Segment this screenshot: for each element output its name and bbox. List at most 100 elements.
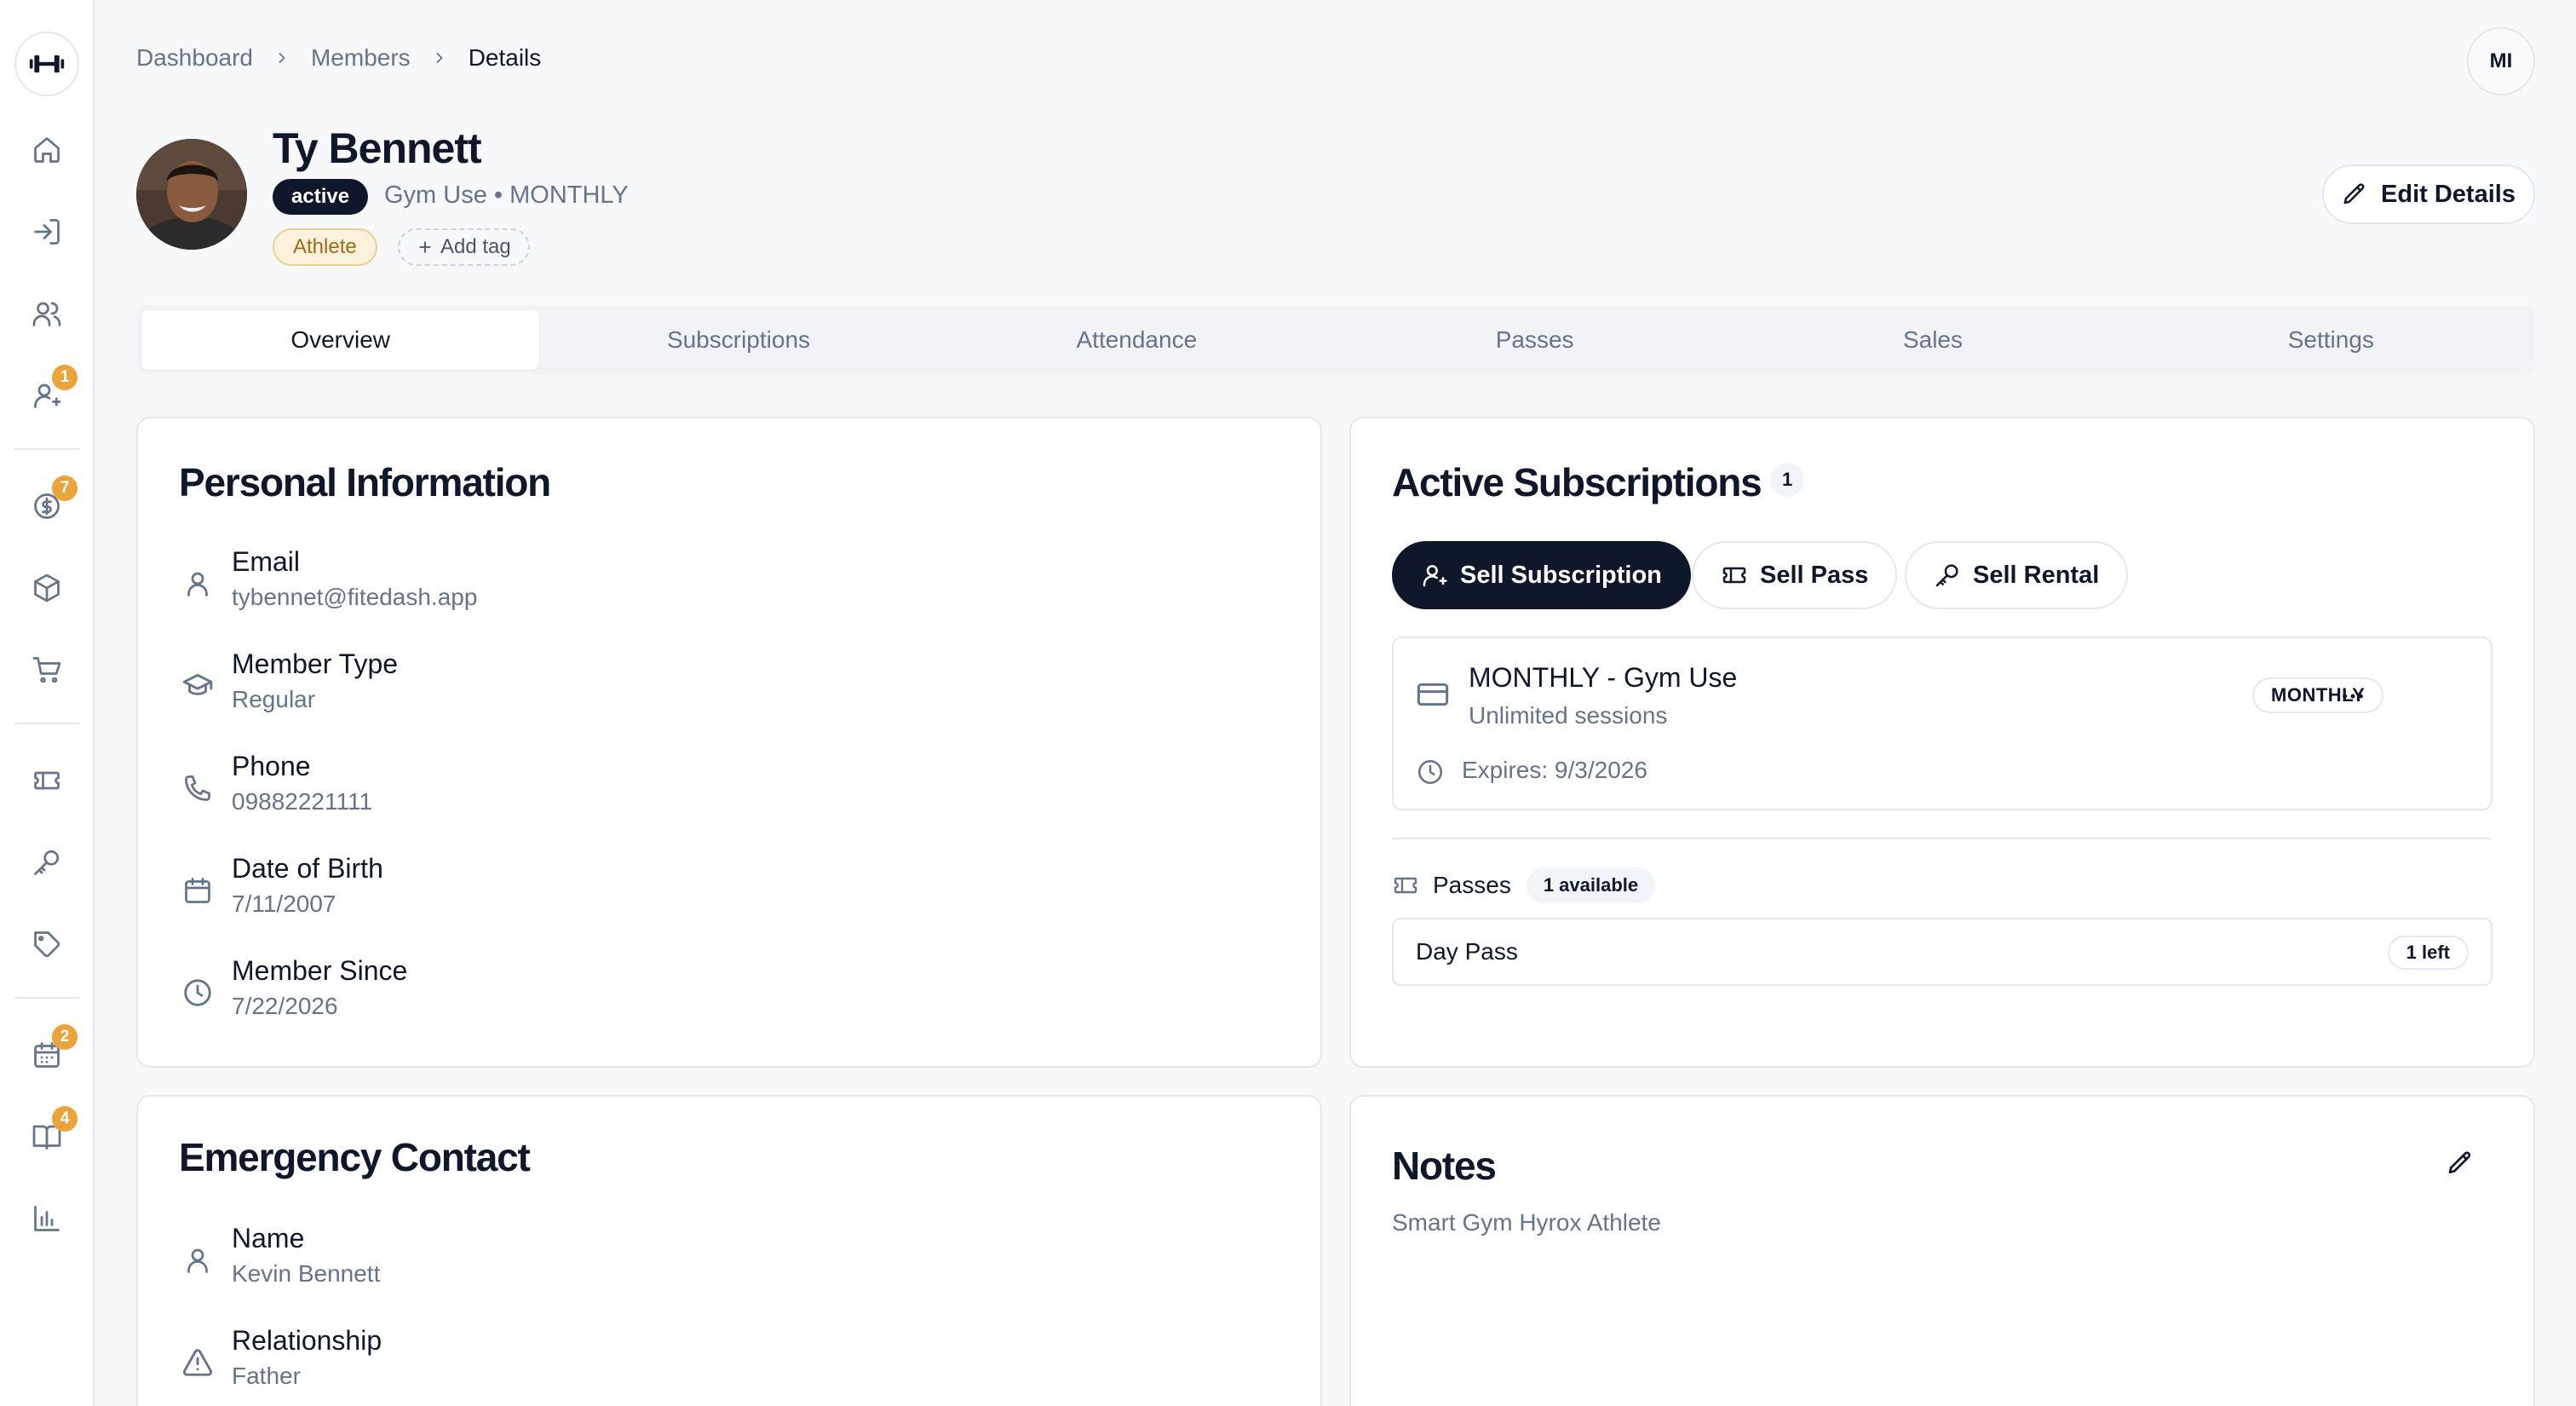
ticket-icon	[1392, 872, 1419, 899]
info-row-relationship: Relationship Father	[179, 1323, 382, 1392]
cart-icon[interactable]	[26, 649, 67, 690]
subscription-item[interactable]: MONTHLY - Gym Use Unlimited sessions Exp…	[1392, 637, 2493, 810]
info-row-phone: Phone 09882221111	[179, 749, 372, 817]
chevron-right-icon	[431, 49, 448, 66]
notes-text: Smart Gym Hyrox Athlete	[1392, 1209, 1661, 1236]
passes-header: Passes 1 available	[1392, 867, 1656, 903]
subscription-title: MONTHLY - Gym Use	[1469, 662, 1738, 693]
info-value: 7/11/2007	[232, 890, 336, 917]
user-icon	[179, 1242, 216, 1279]
divider	[1392, 838, 2491, 839]
subscription-count-badge: 1	[1770, 463, 1805, 497]
passes-available-badge: 1 available	[1526, 867, 1656, 903]
user-avatar[interactable]: MI	[2467, 27, 2535, 95]
notification-badge: 7	[52, 475, 78, 501]
card-title: Personal Information	[179, 460, 551, 504]
info-label: Relationship	[232, 1325, 382, 1356]
tab-settings[interactable]: Settings	[2132, 310, 2530, 370]
info-row-member-since: Member Since 7/22/2026	[179, 954, 407, 1022]
tab-attendance[interactable]: Attendance	[938, 310, 1336, 370]
sell-subscription-label: Sell Subscription	[1460, 561, 1662, 589]
passes-label: Passes	[1433, 872, 1511, 898]
info-label: Date of Birth	[232, 853, 383, 884]
calendar-icon	[179, 872, 216, 909]
info-row-date-of-birth: Date of Birth 7/11/2007	[179, 851, 383, 919]
edit-details-button[interactable]: Edit Details	[2322, 164, 2535, 224]
tab-overview[interactable]: Overview	[141, 310, 540, 370]
sell-pass-label: Sell Pass	[1760, 561, 1869, 589]
pass-remaining-badge: 1 left	[2387, 936, 2469, 970]
pencil-icon[interactable]	[2441, 1144, 2479, 1182]
tabs: Overview Subscriptions Attendance Passes…	[136, 305, 2535, 375]
products-icon[interactable]	[26, 568, 67, 608]
pass-name: Day Pass	[1416, 938, 1518, 965]
home-icon[interactable]	[26, 130, 67, 170]
user-plus-icon	[1421, 562, 1448, 589]
info-label: Member Since	[232, 955, 408, 986]
members-icon[interactable]	[26, 293, 67, 334]
personal-info-card: Personal Information Email tybennet@fite…	[136, 417, 1322, 1068]
dumbbell-logo-icon[interactable]	[14, 32, 79, 96]
breadcrumb-current: Details	[468, 44, 542, 71]
tab-sales[interactable]: Sales	[1734, 310, 2131, 370]
card-title: Notes	[1392, 1144, 1497, 1188]
tab-subscriptions[interactable]: Subscriptions	[539, 310, 937, 370]
sell-subscription-button[interactable]: Sell Subscription	[1392, 541, 1691, 609]
pass-item[interactable]: Day Pass 1 left	[1392, 918, 2493, 986]
status-badge: active	[273, 179, 369, 215]
info-label: Name	[232, 1223, 305, 1253]
info-label: Phone	[232, 751, 311, 781]
notification-badge: 4	[52, 1106, 78, 1132]
sidebar-divider	[14, 448, 79, 450]
more-options-icon[interactable]	[2334, 677, 2372, 715]
reports-icon[interactable]	[26, 1198, 67, 1239]
info-value: 09882221111	[232, 787, 373, 815]
key-icon[interactable]	[26, 842, 67, 883]
alert-triangle-icon	[179, 1344, 216, 1381]
info-value: Kevin Bennett	[232, 1259, 381, 1287]
active-subscriptions-card: Active Subscriptions 1 Sell Subscription…	[1349, 417, 2535, 1068]
info-label: Email	[232, 546, 301, 577]
payments-icon[interactable]: 7	[26, 475, 78, 527]
info-value: 7/22/2026	[232, 992, 338, 1019]
info-label: Member Type	[232, 648, 399, 679]
card-title: Active Subscriptions	[1392, 460, 1762, 504]
add-tag-label: Add tag	[440, 235, 511, 258]
breadcrumb-members[interactable]: Members	[311, 44, 411, 72]
tag-athlete[interactable]: Athlete	[273, 228, 377, 266]
breadcrumb: Dashboard Members Details	[136, 44, 541, 72]
graduation-cap-icon	[179, 667, 216, 705]
book-icon[interactable]: 4	[26, 1106, 78, 1157]
tag-icon[interactable]	[26, 924, 67, 965]
add-tag-button[interactable]: Add tag	[398, 228, 530, 266]
sidebar: 1 7 2 4	[0, 0, 95, 1406]
card-title: Emergency Contact	[179, 1135, 531, 1179]
phone-icon	[179, 769, 216, 807]
notification-badge: 2	[52, 1024, 78, 1050]
edit-details-label: Edit Details	[2381, 180, 2516, 208]
ticket-icon	[1721, 562, 1748, 589]
ticket-icon[interactable]	[26, 760, 67, 801]
notification-badge: 1	[52, 365, 78, 390]
key-icon	[1934, 562, 1961, 589]
member-name: Ty Bennett	[273, 124, 482, 172]
tab-passes[interactable]: Passes	[1336, 310, 1734, 370]
member-plan: Gym Use • MONTHLY	[384, 182, 629, 209]
sell-pass-button[interactable]: Sell Pass	[1692, 541, 1898, 609]
credit-card-icon	[1416, 677, 1450, 712]
subscription-description: Unlimited sessions	[1469, 702, 1668, 729]
notes-card: Notes Smart Gym Hyrox Athlete	[1349, 1095, 2535, 1406]
info-row-member-type: Member Type Regular	[179, 647, 398, 715]
breadcrumb-dashboard[interactable]: Dashboard	[136, 44, 253, 72]
info-row-contact-name: Name Kevin Bennett	[179, 1221, 380, 1289]
sell-rental-button[interactable]: Sell Rental	[1905, 541, 2129, 609]
calendar-icon[interactable]: 2	[26, 1024, 78, 1075]
sell-rental-label: Sell Rental	[1973, 561, 2100, 589]
user-requests-icon[interactable]: 1	[26, 365, 78, 416]
check-in-icon[interactable]	[26, 211, 67, 252]
pencil-icon	[2342, 182, 2367, 207]
clock-icon	[1416, 758, 1445, 787]
info-value: Regular	[232, 685, 316, 712]
user-icon	[179, 565, 216, 602]
info-row-email: Email tybennet@fitedash.app	[179, 545, 477, 613]
